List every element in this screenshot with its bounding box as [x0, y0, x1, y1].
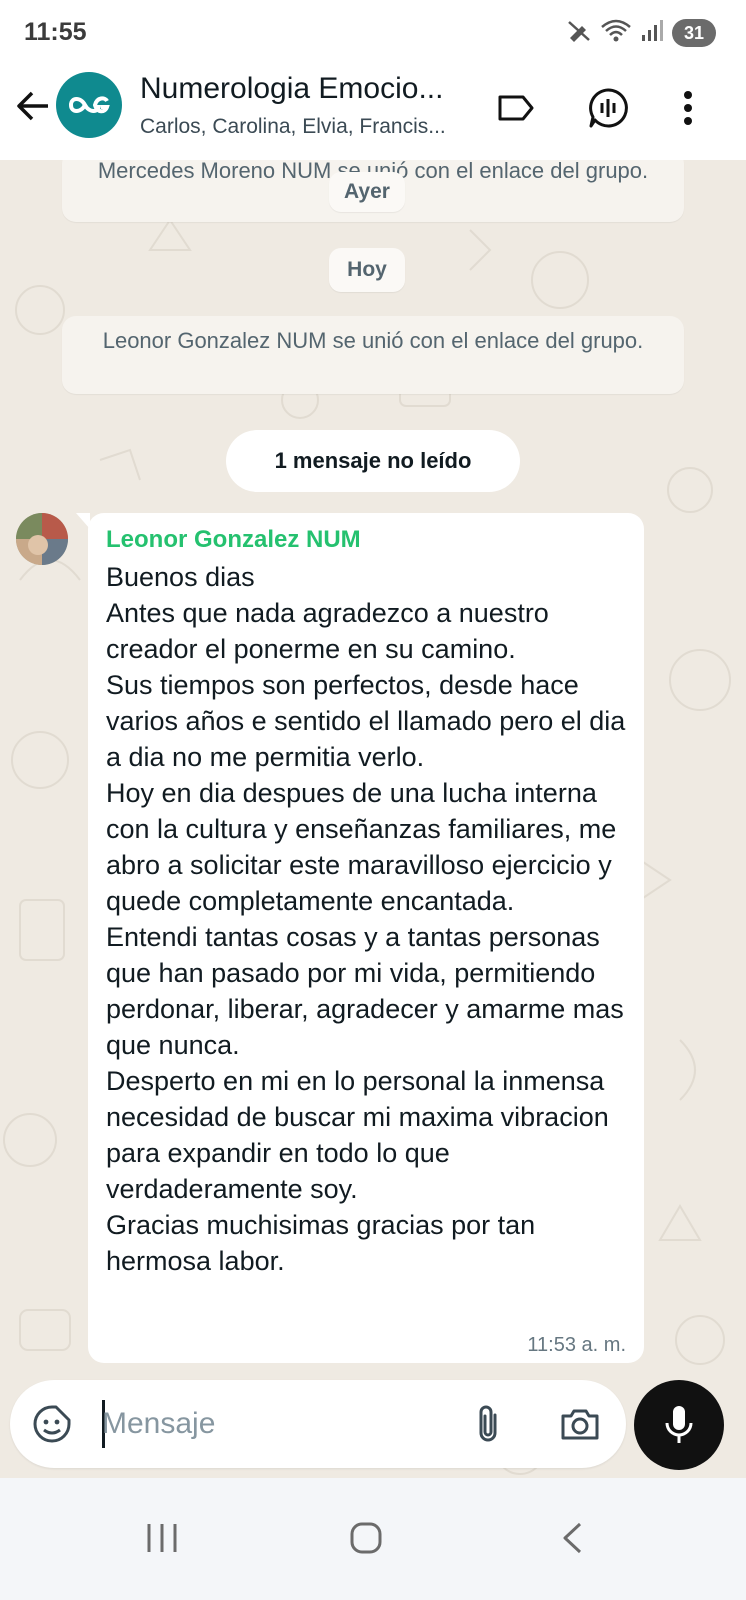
group-avatar[interactable] — [56, 72, 122, 138]
date-chip-ayer: Ayer — [329, 172, 405, 212]
message-time: 11:53 a. m. — [527, 1334, 626, 1356]
message-sender[interactable]: Leonor Gonzalez NUM — [106, 525, 626, 555]
chat-header: Numerologia Emocio... Carlos, Carolina, … — [0, 62, 746, 160]
no-disturb-icon — [566, 18, 592, 49]
message-bubble[interactable]: Leonor Gonzalez NUM Buenos dias Antes qu… — [76, 513, 644, 1363]
status-bar: 11:55 31 — [0, 0, 746, 62]
home-icon[interactable] — [326, 1498, 406, 1578]
system-message-join-leonor: Leonor Gonzalez NUM se unió con el enlac… — [62, 316, 684, 394]
status-time: 11:55 — [24, 18, 87, 46]
group-title[interactable]: Numerologia Emocio... — [140, 72, 480, 106]
mic-icon — [665, 1406, 693, 1443]
mic-button[interactable] — [634, 1380, 724, 1470]
battery-icon: 31 — [672, 19, 716, 47]
recent-apps-icon[interactable] — [122, 1498, 202, 1578]
voice-chat-icon[interactable] — [584, 84, 632, 132]
status-icons: 31 — [566, 18, 716, 48]
wifi-icon — [600, 18, 632, 49]
infinity-logo-icon — [69, 96, 110, 114]
group-members[interactable]: Carlos, Carolina, Elvia, Francis... — [140, 115, 480, 139]
sticker-icon[interactable] — [28, 1400, 76, 1448]
date-chip-hoy: Hoy — [329, 248, 405, 292]
nav-back-icon[interactable] — [532, 1498, 612, 1578]
message-text: Buenos dias Antes que nada agradezco a n… — [106, 562, 626, 1276]
chat-area[interactable]: Mercedes Moreno NUM se unió con el enlac… — [0, 160, 746, 1510]
attach-icon[interactable] — [464, 1400, 512, 1448]
camera-icon[interactable] — [556, 1400, 604, 1448]
system-nav-bar — [0, 1478, 746, 1600]
avatar[interactable] — [16, 513, 68, 565]
message-input[interactable] — [102, 1398, 462, 1450]
more-vert-icon[interactable] — [664, 84, 712, 132]
message-composer — [10, 1380, 626, 1468]
signal-icon — [640, 19, 664, 48]
unread-indicator: 1 mensaje no leído — [226, 430, 520, 492]
back-arrow-icon[interactable] — [14, 86, 54, 126]
label-icon[interactable] — [492, 84, 540, 132]
